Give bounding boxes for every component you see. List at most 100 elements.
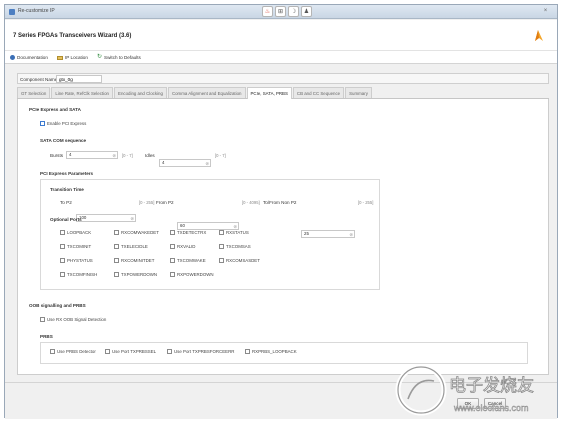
tab-gt-selection[interactable]: GT Selection	[17, 87, 51, 98]
port-checkbox[interactable]: TXCOMWAKE	[170, 258, 206, 263]
ip-location-button[interactable]: IP Location	[57, 55, 88, 60]
port-checkbox[interactable]: TXCOMINIT	[60, 244, 91, 249]
rxprbs-loopback-checkbox[interactable]: RXPRBS_LOOPBACK	[245, 349, 297, 354]
port-check[interactable]	[219, 230, 224, 235]
to-p2-clear-icon[interactable]: ⊗	[130, 216, 134, 222]
port-checkbox[interactable]: TXCOMFINISH	[60, 272, 97, 277]
prbs-forceerr-checkbox[interactable]: Use Port TXPRBSFORCEERR	[167, 349, 234, 354]
port-checkbox[interactable]: TXDETECTRX	[170, 230, 206, 235]
prbs-txprbssel-label: Use Port TXPRBSSEL	[112, 349, 157, 354]
prbs-detector-check[interactable]	[50, 349, 55, 354]
port-label: RXCOMSASDET	[226, 258, 260, 263]
refresh-icon: ↻	[97, 54, 103, 60]
tab-line-rate[interactable]: Line Rate, RefClk Selection	[51, 87, 114, 98]
port-checkbox[interactable]: TXCOMSAS	[219, 244, 251, 249]
port-check[interactable]	[170, 258, 175, 263]
tab-panel: PCIe Express and SATA Enable PCI Express…	[17, 99, 549, 375]
enable-pcie-checkbox[interactable]: Enable PCI Express	[40, 121, 86, 126]
bursts-value: 4	[69, 152, 72, 157]
port-label: PHYSTATUS	[67, 258, 93, 263]
from-p2-input[interactable]: 60 ⊗	[177, 222, 239, 230]
port-label: TXCOMWAKE	[177, 258, 206, 263]
bursts-input[interactable]: 4 ⊗	[66, 151, 118, 159]
tab-encoding-clocking[interactable]: Encoding and Clocking	[114, 87, 167, 98]
from-p2-clear-icon[interactable]: ⊗	[233, 224, 237, 230]
shirt-icon[interactable]: ♟	[301, 6, 312, 17]
port-check[interactable]	[219, 244, 224, 249]
prbs-forceerr-check[interactable]	[167, 349, 172, 354]
port-label: LOOPBACK	[67, 230, 92, 235]
port-checkbox[interactable]: RXSTATUS	[219, 230, 249, 235]
prbs-title: PRBS	[40, 334, 53, 339]
port-check[interactable]	[170, 272, 175, 277]
idles-input[interactable]: 4 ⊗	[159, 159, 211, 167]
port-label: RXSTATUS	[226, 230, 249, 235]
prbs-forceerr-label: Use Port TXPRBSFORCEERR	[174, 349, 235, 354]
port-check[interactable]	[114, 258, 119, 263]
to-from-non-p2-clear-icon[interactable]: ⊗	[349, 232, 353, 238]
bursts-clear-icon[interactable]: ⊗	[112, 153, 116, 159]
tab-pcie-sata-prbs[interactable]: PCIe, SATA, PRBS	[246, 87, 292, 99]
component-name-input[interactable]	[56, 75, 102, 83]
component-name-row: Component Name	[17, 73, 549, 84]
port-check[interactable]	[170, 230, 175, 235]
tab-bar: GT Selection Line Rate, RefClk Selection…	[17, 87, 549, 99]
tab-cb-cc-sequence[interactable]: CB and CC Sequence	[292, 87, 345, 98]
port-label: TXPOWERDOWN	[121, 272, 158, 277]
switch-defaults-button[interactable]: ↻ Switch to Defaults	[97, 54, 141, 60]
vivado-logo-icon	[535, 30, 543, 41]
documentation-menu[interactable]: Documentation	[10, 55, 48, 60]
close-button[interactable]: ×	[540, 7, 551, 16]
idles-clear-icon[interactable]: ⊗	[205, 161, 209, 167]
tab-comma-alignment[interactable]: Comma Alignment and Equalization	[167, 87, 246, 98]
idles-value: 4	[162, 160, 165, 165]
port-checkbox[interactable]: RXCOMINITDET	[114, 258, 154, 263]
port-checkbox[interactable]: RXCOMWAKEDET	[114, 230, 159, 235]
port-label: RXVALID	[177, 244, 196, 249]
enable-pcie-label: Enable PCI Express	[47, 121, 87, 126]
port-check[interactable]	[170, 244, 175, 249]
port-checkbox[interactable]: PHYSTATUS	[60, 258, 93, 263]
port-checkbox[interactable]: RXPOWERDOWN	[170, 272, 214, 277]
port-check[interactable]	[60, 230, 65, 235]
port-checkbox[interactable]: TXPOWERDOWN	[114, 272, 157, 277]
port-checkbox[interactable]: LOOPBACK	[60, 230, 91, 235]
prbs-detector-label: Use PRBS Detector	[57, 349, 96, 354]
port-checkbox[interactable]: RXVALID	[170, 244, 195, 249]
prbs-txprbssel-check[interactable]	[105, 349, 110, 354]
folder-icon	[57, 55, 63, 60]
documentation-bar: Documentation IP Location ↻ Switch to De…	[5, 50, 557, 64]
port-checkbox[interactable]: TXELECIDLE	[114, 244, 148, 249]
prbs-detector-checkbox[interactable]: Use PRBS Detector	[50, 349, 96, 354]
enable-pcie-check[interactable]	[40, 121, 45, 126]
port-check[interactable]	[219, 258, 224, 263]
watermark: 电子发烧友 www.elecfans.com	[395, 364, 534, 416]
documentation-label: Documentation	[17, 55, 48, 60]
port-check[interactable]	[114, 272, 119, 277]
to-from-non-p2-value: 25	[304, 231, 309, 236]
to-p2-input[interactable]: 100 ⊗	[76, 214, 136, 222]
use-rx-oob-checkbox[interactable]: Use RX OOB Signal Detection	[40, 317, 106, 322]
grid-icon[interactable]: ⊞	[275, 6, 286, 17]
red-bookmark-icon[interactable]: ♨	[262, 6, 273, 17]
port-check[interactable]	[60, 258, 65, 263]
app-icon	[9, 9, 15, 15]
rxprbs-loopback-check[interactable]	[245, 349, 250, 354]
port-check[interactable]	[114, 230, 119, 235]
port-check[interactable]	[114, 244, 119, 249]
port-check[interactable]	[60, 244, 65, 249]
use-rx-oob-check[interactable]	[40, 317, 45, 322]
port-label: RXCOMWAKEDET	[121, 230, 159, 235]
component-name-label: Component Name	[20, 76, 58, 82]
oob-section-title: OOB signalling and PRBS	[29, 303, 86, 308]
title-bar[interactable]: Re-customize IP ♨ ⊞ ☽ ♟ ×	[5, 5, 557, 19]
tab-summary[interactable]: Summary	[345, 87, 372, 98]
port-label: TXELECIDLE	[121, 244, 148, 249]
idles-label: Idles	[145, 153, 155, 158]
title-toolbar: ♨ ⊞ ☽ ♟	[262, 6, 312, 18]
port-checkbox[interactable]: RXCOMSASDET	[219, 258, 260, 263]
moon-icon[interactable]: ☽	[288, 6, 299, 17]
to-from-non-p2-input[interactable]: 25 ⊗	[301, 230, 355, 238]
port-check[interactable]	[60, 272, 65, 277]
prbs-txprbssel-checkbox[interactable]: Use Port TXPRBSSEL	[105, 349, 156, 354]
